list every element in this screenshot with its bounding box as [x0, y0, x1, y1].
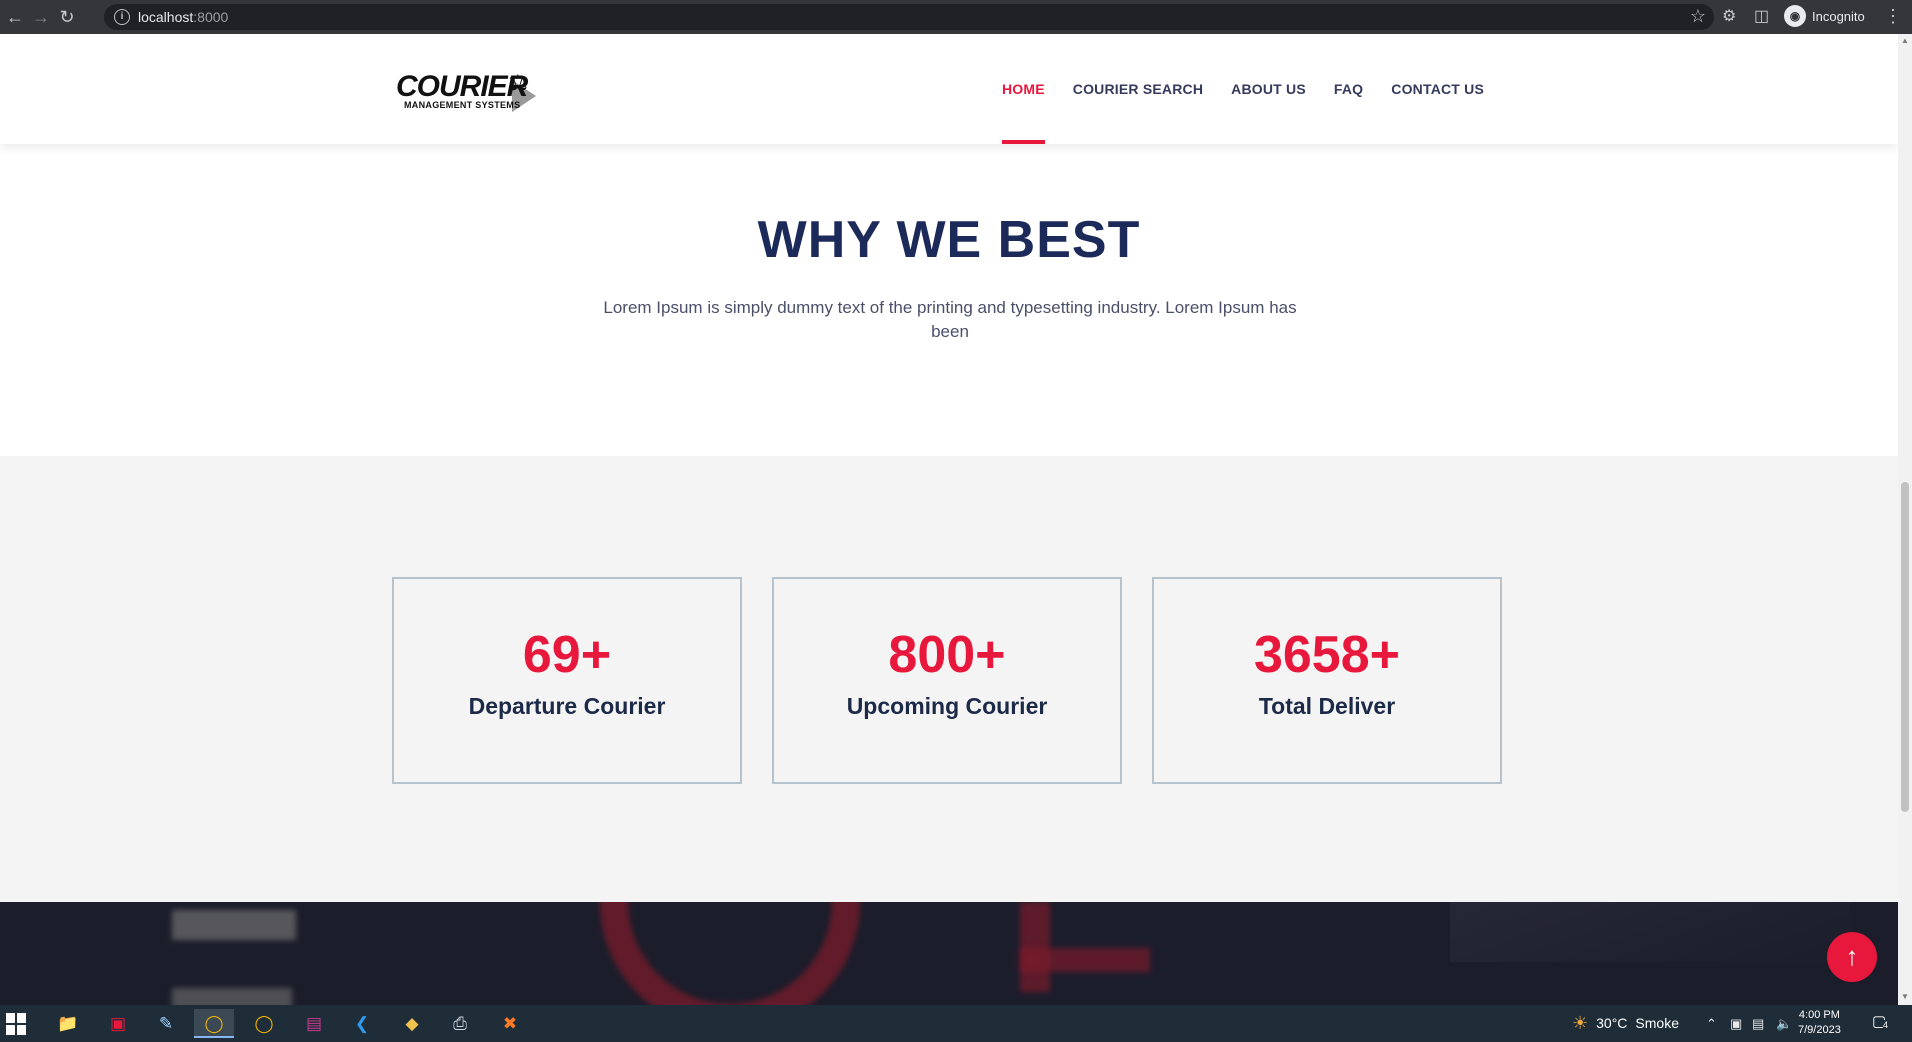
url-host: localhost	[138, 9, 194, 25]
archive-icon[interactable]: ▤	[294, 1009, 334, 1038]
stat-card-total: 3658+ Total Deliver	[1152, 577, 1502, 784]
side-panel-icon[interactable]: ◫	[1754, 6, 1769, 28]
browser-toolbar: ← → ↻ i localhost:8000 ☆ ⚙ ◫ ◉ Incognito…	[0, 0, 1912, 34]
scroll-up-icon[interactable]: ▲	[1901, 36, 1909, 45]
weather-temp: 30°C	[1596, 1015, 1628, 1031]
address-url[interactable]: localhost:8000	[138, 9, 228, 25]
file-explorer-icon[interactable]: 📁	[48, 1009, 88, 1038]
nav-faq[interactable]: FAQ	[1334, 34, 1363, 144]
stat-value: 3658+	[1253, 626, 1401, 684]
arrow-up-icon: ↑	[1845, 941, 1859, 971]
stat-label: Upcoming Courier	[846, 693, 1048, 719]
notification-count: 4	[1883, 1020, 1889, 1030]
address-bar[interactable]: i localhost:8000 ☆	[104, 4, 1714, 30]
xampp-icon[interactable]: ✖	[490, 1009, 530, 1038]
browser-menu-icon[interactable]: ⋮	[1884, 6, 1902, 27]
nav-contact-us[interactable]: CONTACT US	[1391, 34, 1484, 144]
taskbar-clock[interactable]: 4:00 PM 7/9/2023	[1798, 1008, 1841, 1038]
logo-subtext: MANAGEMENT SYSTEMS	[404, 100, 521, 110]
background-shape	[1020, 902, 1050, 992]
network-icon[interactable]: ▤	[1752, 1005, 1764, 1042]
reload-icon[interactable]: ↻	[56, 6, 78, 28]
bookmark-star-icon[interactable]: ☆	[1690, 6, 1706, 27]
weather-widget[interactable]: ☀ 30°C Smoke	[1572, 1005, 1679, 1042]
nav-home[interactable]: HOME	[1001, 34, 1045, 144]
chrome-profile-icon[interactable]: ◯	[244, 1009, 284, 1038]
background-shape	[1450, 902, 1850, 962]
background-shape	[600, 902, 860, 1005]
windows-taskbar: 📁 ▣ ✎ ◯ ◯ ▤ ❮ ◆ ⎙ ✖ ☀ 30°C Smoke ⌃ ▣ ▤ 🔈…	[0, 1005, 1912, 1042]
site-info-icon[interactable]: i	[114, 9, 130, 25]
dark-background-section	[0, 902, 1898, 1005]
scroll-to-top-button[interactable]: ↑	[1827, 932, 1877, 982]
printer-icon[interactable]: ⎙	[440, 1009, 480, 1038]
url-port: :8000	[193, 9, 229, 25]
back-icon[interactable]: ←	[4, 6, 26, 28]
nav-courier-search[interactable]: COURIER SEARCH	[1073, 34, 1203, 144]
forward-icon[interactable]: →	[30, 6, 52, 28]
page-scrollbar[interactable]: ▲ ▼	[1898, 34, 1912, 1005]
notification-icon[interactable]: ▢ 4	[1872, 1012, 1894, 1034]
clock-time: 4:00 PM	[1798, 1009, 1840, 1021]
notepad-icon[interactable]: ✎	[146, 1009, 186, 1038]
stat-label: Departure Courier	[468, 693, 666, 719]
site-logo[interactable]: COURIER ⚖ MANAGEMENT SYSTEMS	[396, 70, 546, 120]
why-section: WHY WE BEST Lorem Ipsum is simply dummy …	[0, 144, 1898, 456]
scrollbar-thumb[interactable]	[1901, 482, 1909, 812]
why-description: Lorem Ipsum is simply dummy text of the …	[603, 298, 1297, 341]
logo-runner-icon: ⚖	[508, 70, 528, 95]
tray-app-icon[interactable]: ▣	[1730, 1005, 1742, 1042]
clock-date: 7/9/2023	[1798, 1024, 1841, 1036]
start-icon[interactable]	[6, 1013, 28, 1035]
incognito-indicator[interactable]: ◉ Incognito	[1784, 5, 1865, 27]
git-icon[interactable]: ◆	[392, 1009, 432, 1038]
background-shape	[1020, 948, 1150, 972]
site-header: COURIER ⚖ MANAGEMENT SYSTEMS HOME COURIE…	[0, 34, 1898, 144]
stat-card-upcoming: 800+ Upcoming Courier	[772, 577, 1122, 784]
stat-value: 69+	[522, 626, 612, 684]
nav-about-us[interactable]: ABOUT US	[1231, 34, 1306, 144]
stats-section: 69+ Departure Courier 800+ Upcoming Cour…	[0, 456, 1898, 902]
incognito-label: Incognito	[1812, 8, 1865, 24]
stat-card-departure: 69+ Departure Courier	[392, 577, 742, 784]
vscode-icon[interactable]: ❮	[342, 1009, 382, 1038]
weather-desc: Smoke	[1635, 1015, 1679, 1031]
media-app-icon[interactable]: ▣	[98, 1009, 138, 1038]
stat-value: 800+	[888, 626, 1006, 684]
tray-chevron-icon[interactable]: ⌃	[1706, 1005, 1717, 1042]
main-nav: HOME COURIER SEARCH ABOUT US FAQ CONTACT…	[1001, 34, 1484, 144]
background-shape	[172, 988, 292, 1005]
extensions-icon[interactable]: ⚙	[1722, 6, 1736, 28]
why-title: WHY WE BEST	[757, 211, 1141, 269]
chrome-icon[interactable]: ◯	[194, 1009, 234, 1038]
volume-icon[interactable]: 🔈	[1776, 1005, 1792, 1042]
stat-label: Total Deliver	[1258, 693, 1396, 719]
weather-sun-icon: ☀	[1572, 1013, 1589, 1033]
background-shape	[172, 910, 296, 940]
incognito-icon: ◉	[1784, 5, 1806, 27]
scroll-down-icon[interactable]: ▼	[1901, 992, 1909, 1001]
page-viewport: COURIER ⚖ MANAGEMENT SYSTEMS HOME COURIE…	[0, 34, 1898, 1005]
